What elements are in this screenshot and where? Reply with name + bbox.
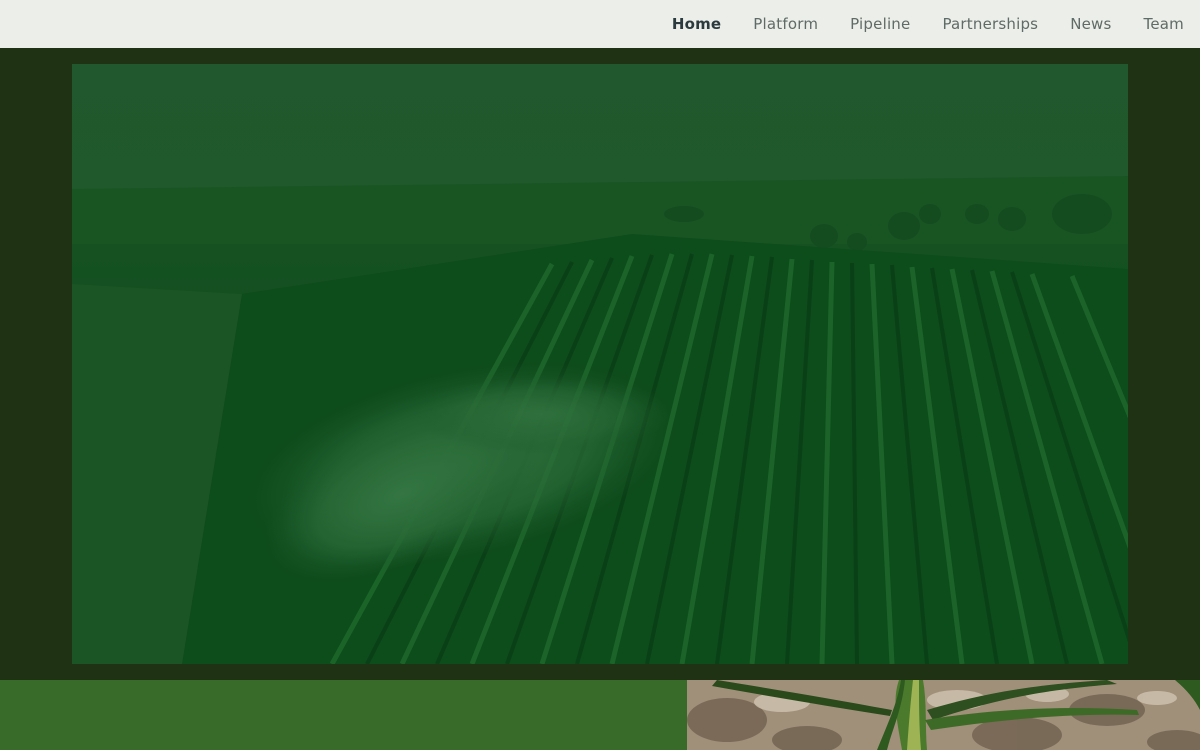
nav-item-pipeline[interactable]: Pipeline — [850, 0, 910, 48]
content-panel — [0, 680, 687, 750]
hero-section — [0, 48, 1200, 680]
nav-item-home[interactable]: Home — [672, 0, 721, 48]
corn-plant-illustration — [687, 680, 1200, 750]
nav-item-news[interactable]: News — [1070, 0, 1111, 48]
nav-item-team[interactable]: Team — [1144, 0, 1184, 48]
nav-item-partnerships[interactable]: Partnerships — [942, 0, 1038, 48]
hero-image — [72, 64, 1128, 664]
top-navigation: Home Platform Pipeline Partnerships News… — [0, 0, 1200, 48]
nav-item-platform[interactable]: Platform — [753, 0, 818, 48]
corn-plant-image — [687, 680, 1200, 750]
irrigation-field-illustration — [72, 64, 1128, 664]
